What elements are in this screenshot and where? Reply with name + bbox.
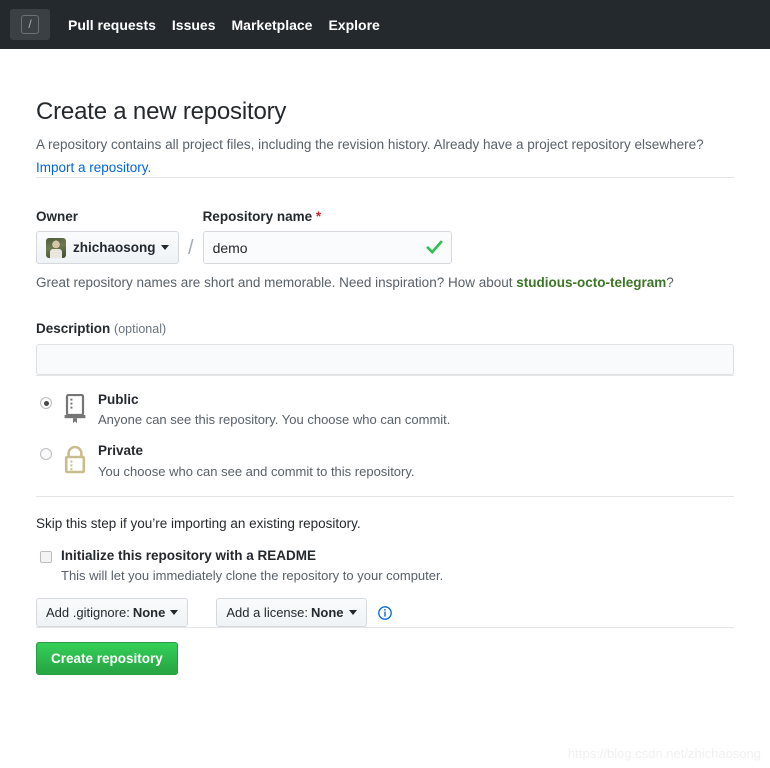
visibility-private-title: Private	[98, 443, 144, 459]
chevron-down-icon	[170, 610, 179, 616]
owner-field: Owner zhichaosong	[36, 209, 179, 265]
user-avatar	[46, 237, 66, 258]
description-label-text: Description	[36, 321, 111, 337]
template-selects-row: Add .gitignore: None Add a license: None	[36, 598, 734, 628]
required-marker: *	[315, 209, 322, 225]
visibility-private-desc: You choose who can see and commit to thi…	[98, 463, 415, 479]
new-repository-form: Create a new repository A repository con…	[0, 98, 770, 676]
nav-item-marketplace[interactable]: Marketplace	[232, 17, 313, 33]
search-input[interactable]: /	[10, 9, 50, 40]
readme-label: Initialize this repository with a README	[61, 548, 317, 564]
visibility-public-text: Public Anyone can see this repository. Y…	[98, 392, 450, 427]
nav-item-issues[interactable]: Issues	[172, 17, 216, 33]
description-optional-tag: (optional)	[114, 322, 167, 337]
skip-step-text: Skip this step if you’re importing an ex…	[36, 516, 361, 532]
readme-checkbox[interactable]	[40, 551, 52, 564]
repository-name-label: Repository name *	[203, 209, 452, 224]
lock-icon	[62, 445, 88, 480]
gitignore-select-button[interactable]: Add .gitignore: None	[36, 598, 189, 628]
radio-private[interactable]	[40, 448, 52, 461]
license-value: None	[311, 605, 344, 621]
gitignore-prefix: Add .gitignore:	[46, 605, 130, 621]
owner-name: zhichaosong	[73, 240, 156, 256]
description-input[interactable]	[36, 344, 734, 376]
repo-book-icon	[62, 394, 88, 427]
owner-and-name-row: Owner zhichaosong / Repository name *	[36, 209, 734, 265]
chevron-down-icon	[160, 245, 169, 251]
search-slash-icon: /	[21, 15, 39, 34]
divider-3	[36, 496, 734, 498]
divider-4	[36, 627, 734, 629]
visibility-public-desc: Anyone can see this repository. You choo…	[98, 412, 451, 428]
visibility-private-text: Private You choose who can see and commi…	[98, 443, 415, 478]
info-circle-icon[interactable]	[377, 605, 392, 620]
divider-1	[36, 177, 734, 179]
repository-name-input-wrap	[202, 231, 452, 265]
gitignore-value: None	[132, 605, 166, 621]
repository-name-label-text: Repository name	[202, 209, 313, 225]
create-repository-button[interactable]: Create repository	[36, 642, 178, 676]
readme-description: This will let you immediately clone the …	[61, 568, 444, 584]
header-nav: Pull requests Issues Marketplace Explore	[68, 17, 396, 33]
owner-select-button[interactable]: zhichaosong	[36, 231, 179, 265]
chevron-down-icon	[348, 610, 357, 616]
name-inspiration-hint: Great repository names are short and mem…	[36, 275, 734, 290]
site-header: / Pull requests Issues Marketplace Explo…	[0, 0, 770, 49]
readme-text-block: Initialize this repository with a README…	[61, 548, 443, 583]
initialize-readme-row[interactable]: Initialize this repository with a README…	[36, 548, 734, 583]
visibility-option-private[interactable]: Private You choose who can see and commi…	[36, 443, 734, 480]
page-description: A repository contains all project files,…	[36, 135, 734, 177]
license-prefix: Add a license:	[226, 605, 309, 621]
radio-public[interactable]	[40, 397, 52, 410]
nav-item-pull-requests[interactable]: Pull requests	[68, 17, 156, 33]
visibility-public-title: Public	[98, 392, 139, 408]
repository-name-input[interactable]	[202, 231, 452, 265]
divider-2	[36, 375, 734, 377]
inspiration-suffix: ?	[666, 275, 674, 291]
visibility-option-public[interactable]: Public Anyone can see this repository. Y…	[36, 392, 734, 427]
page-title: Create a new repository	[36, 98, 287, 125]
description-label: Description (optional)	[36, 321, 734, 336]
nav-item-explore[interactable]: Explore	[328, 17, 379, 33]
license-select-button[interactable]: Add a license: None	[216, 598, 367, 628]
repository-name-field: Repository name *	[202, 209, 452, 265]
import-repository-link[interactable]: Import a repository.	[36, 158, 151, 178]
watermark: https://blog.csdn.net/zhichaosong	[568, 746, 761, 761]
owner-label: Owner	[36, 209, 79, 225]
inspiration-suggestion[interactable]: studious-octo-telegram	[516, 275, 666, 290]
page-description-text: A repository contains all project files,…	[36, 137, 704, 152]
owner-name-separator: /	[188, 237, 194, 260]
inspiration-prefix: Great repository names are short and mem…	[36, 275, 517, 291]
visibility-options: Public Anyone can see this repository. Y…	[36, 392, 734, 480]
